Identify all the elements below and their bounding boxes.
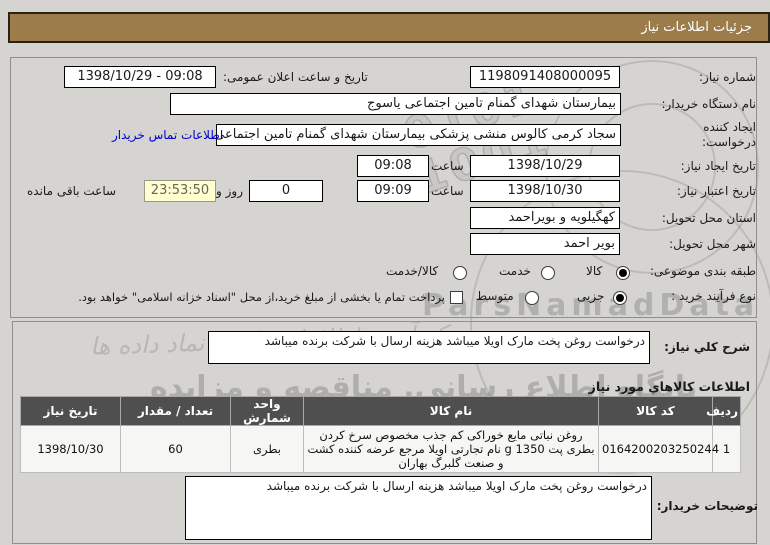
validity-hour-label: ساعت <box>431 184 464 198</box>
col-count-unit: واحد شمارش <box>230 396 304 426</box>
col-item-name: نام کالا <box>303 396 599 426</box>
delivery-city-field[interactable]: بویر احمد <box>470 233 620 255</box>
process-radio-medium[interactable] <box>525 291 539 305</box>
classification-option-goods: کالا <box>586 264 603 278</box>
buyer-contact-link[interactable]: اطلاعات تماس خریدار <box>112 128 223 142</box>
buyer-org-label: نام دستگاه خریدار: <box>661 97 757 111</box>
buyer-org-field[interactable]: بیمارستان شهدای گمنام تامین اجتماعی یاسو… <box>170 93 621 115</box>
need-details-page: 0101 1001 ParsNamadData مرکز آوری اطلاعا… <box>0 0 770 545</box>
hours-remaining-label: ساعت باقی مانده <box>27 184 117 198</box>
col-item-code: کد کالا <box>598 396 713 426</box>
creation-date-label: تاریخ ایجاد نیاز: <box>680 159 756 173</box>
delivery-province-field[interactable]: کهگیلویه و بویراحمد <box>470 207 620 229</box>
treasury-payment-label: پرداخت تمام یا بخشی از مبلغ خرید،از محل … <box>78 290 445 304</box>
need-number-field[interactable]: 1198091408000095 <box>470 66 620 88</box>
classification-radio-goods[interactable] <box>616 266 630 280</box>
validity-date-field[interactable]: 1398/10/30 <box>470 180 620 202</box>
treasury-payment-checkbox[interactable] <box>450 291 463 304</box>
buyer-notes-field[interactable]: درخواست روغن پخت مارک اویلا میباشد هزینه… <box>185 476 652 540</box>
items-section-heading: اطلاعات کالاهاي مورد نياز <box>588 379 750 394</box>
classification-radio-goods-service[interactable] <box>453 266 467 280</box>
delivery-province-label: استان محل تحویل: <box>661 211 756 225</box>
process-type-label: نوع فرآیند خرید : <box>671 289 756 303</box>
cell-quantity: 60 <box>120 425 231 473</box>
days-and-label: روز و <box>216 184 243 198</box>
table-row[interactable]: 1 0164200203250244 روغن نباتی مایع خوراک… <box>20 425 741 473</box>
cell-item-code: 0164200203250244 <box>598 425 719 473</box>
col-quantity: تعداد / مقدار <box>120 396 231 426</box>
general-description-label: شرح كلي نياز: <box>664 340 750 354</box>
items-table-header-row: ردیف کد کالا نام کالا واحد شمارش تعداد /… <box>20 396 741 426</box>
process-option-minor: جزیی <box>577 289 605 303</box>
general-description-field[interactable]: درخواست روغن پخت مارک اویلا میباشد هزینه… <box>208 331 650 364</box>
creation-time-field[interactable]: 09:08 <box>357 155 429 177</box>
classification-option-service: خدمت <box>499 264 531 278</box>
process-radio-minor[interactable] <box>613 291 627 305</box>
validity-time-field[interactable]: 09:09 <box>357 180 429 202</box>
classification-label: طبقه بندی موضوعی: <box>649 264 756 278</box>
cell-need-date: 1398/10/30 <box>20 425 121 473</box>
request-creator-label: ایجاد کننده درخواست: <box>702 120 756 149</box>
col-row-number: ردیف <box>706 396 741 426</box>
countdown-timer: 23:53:50 <box>144 180 216 202</box>
buyer-notes-label: توضيحات خريدار: <box>656 499 758 513</box>
announce-datetime-field[interactable]: 1398/10/29 - 09:08 <box>64 66 216 88</box>
request-creator-field[interactable]: سجاد کرمی کالوس منشی پزشکی بیمارستان شهد… <box>216 124 621 146</box>
announce-datetime-label: تاریخ و ساعت اعلان عمومی: <box>223 70 368 84</box>
cell-count-unit: بطری <box>230 425 304 473</box>
items-table: ردیف کد کالا نام کالا واحد شمارش تعداد /… <box>20 396 741 473</box>
classification-option-goods-service: کالا/خدمت <box>386 264 439 278</box>
delivery-city-label: شهر محل تحویل: <box>669 237 756 251</box>
process-option-medium: متوسط <box>476 289 514 303</box>
page-title: جزئیات اطلاعات نیاز <box>8 12 770 43</box>
days-remaining-field[interactable]: 0 <box>249 180 323 202</box>
cell-item-name: روغن نباتی مایع خوراکی کم جذب مخصوص سرخ … <box>303 425 599 473</box>
creation-date-field[interactable]: 1398/10/29 <box>470 155 620 177</box>
need-number-label: شماره نیاز: <box>699 70 756 84</box>
creation-hour-label: ساعت <box>431 159 464 173</box>
classification-radio-service[interactable] <box>541 266 555 280</box>
col-need-date: تاریخ نیاز <box>20 396 121 426</box>
validity-date-label: تاریخ اعتبار نیاز: <box>676 184 756 198</box>
